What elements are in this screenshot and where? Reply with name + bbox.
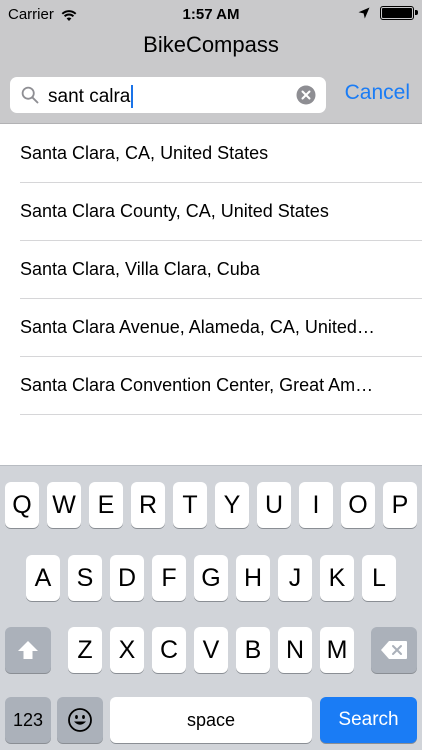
- key-u[interactable]: U: [257, 482, 291, 528]
- search-bar: sant calra Cancel: [0, 66, 422, 124]
- key-y[interactable]: Y: [215, 482, 249, 528]
- key-q[interactable]: Q: [5, 482, 39, 528]
- key-p[interactable]: P: [383, 482, 417, 528]
- result-label: Santa Clara Avenue, Alameda, CA, United…: [20, 317, 375, 337]
- key-x[interactable]: X: [110, 627, 144, 673]
- list-item[interactable]: Santa Clara Convention Center, Great Am…: [0, 357, 422, 415]
- page-title: BikeCompass: [143, 32, 279, 57]
- shift-key[interactable]: [5, 627, 51, 673]
- key-i[interactable]: I: [299, 482, 333, 528]
- key-h[interactable]: H: [236, 555, 270, 601]
- key-v[interactable]: V: [194, 627, 228, 673]
- search-input[interactable]: sant calra: [10, 77, 326, 113]
- emoji-key[interactable]: [57, 697, 103, 743]
- list-item[interactable]: Santa Clara, Villa Clara, Cuba: [0, 241, 422, 299]
- text-caret: [131, 85, 134, 108]
- key-k[interactable]: K: [320, 555, 354, 601]
- search-input-value[interactable]: sant calra: [48, 85, 134, 108]
- key-n[interactable]: N: [278, 627, 312, 673]
- key-w[interactable]: W: [47, 482, 81, 528]
- key-o[interactable]: O: [341, 482, 375, 528]
- status-bar: Carrier 1:57 AM: [0, 0, 422, 30]
- key-m[interactable]: M: [320, 627, 354, 673]
- backspace-key[interactable]: [371, 627, 417, 673]
- clear-icon[interactable]: [296, 85, 316, 105]
- nav-bar: BikeCompass: [0, 30, 422, 66]
- key-t[interactable]: T: [173, 482, 207, 528]
- search-key[interactable]: Search: [320, 697, 417, 743]
- list-item[interactable]: Santa Clara Avenue, Alameda, CA, United…: [0, 299, 422, 357]
- key-s[interactable]: S: [68, 555, 102, 601]
- result-label: Santa Clara, Villa Clara, Cuba: [20, 259, 260, 279]
- space-key[interactable]: space: [110, 697, 312, 743]
- key-j[interactable]: J: [278, 555, 312, 601]
- result-label: Santa Clara County, CA, United States: [20, 201, 329, 221]
- backspace-icon: [381, 641, 407, 659]
- results-list: Santa Clara, CA, United States Santa Cla…: [0, 125, 422, 415]
- search-icon: [21, 86, 39, 104]
- key-d[interactable]: D: [110, 555, 144, 601]
- battery-icon: [380, 6, 418, 20]
- key-b[interactable]: B: [236, 627, 270, 673]
- keyboard: Q W E R T Y U I O P A S D F G H J K L Z …: [0, 465, 422, 750]
- key-l[interactable]: L: [362, 555, 396, 601]
- result-label: Santa Clara Convention Center, Great Am…: [20, 375, 374, 395]
- location-arrow-icon: [358, 7, 370, 19]
- status-right: [358, 6, 418, 20]
- key-a[interactable]: A: [26, 555, 60, 601]
- search-query-text: sant calra: [48, 85, 131, 107]
- list-item[interactable]: Santa Clara County, CA, United States: [0, 183, 422, 241]
- result-label: Santa Clara, CA, United States: [20, 143, 269, 163]
- key-z[interactable]: Z: [68, 627, 102, 673]
- emoji-icon: [68, 708, 92, 732]
- cancel-button[interactable]: Cancel: [345, 81, 410, 105]
- key-g[interactable]: G: [194, 555, 228, 601]
- list-item[interactable]: Santa Clara, CA, United States: [0, 125, 422, 183]
- key-e[interactable]: E: [89, 482, 123, 528]
- numbers-key[interactable]: 123: [5, 697, 51, 743]
- key-f[interactable]: F: [152, 555, 186, 601]
- shift-icon: [18, 641, 38, 659]
- key-c[interactable]: C: [152, 627, 186, 673]
- key-r[interactable]: R: [131, 482, 165, 528]
